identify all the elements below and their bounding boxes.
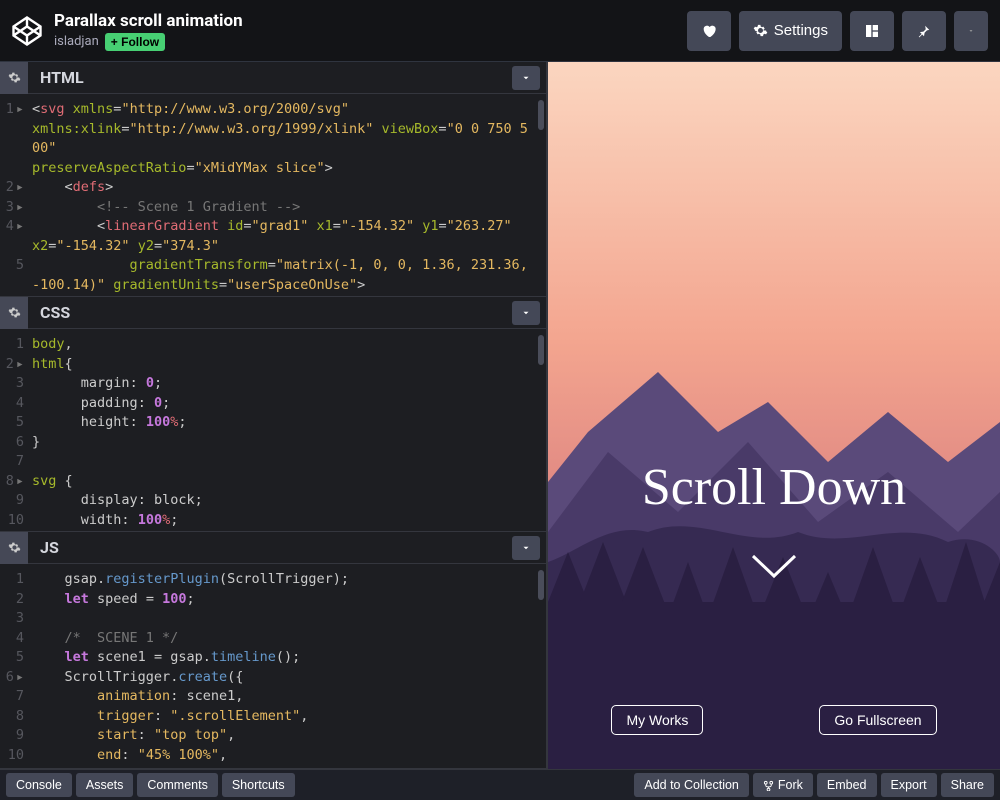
header: Parallax scroll animation isladjan + Fol… [0,0,1000,62]
html-panel-title: HTML [28,62,96,93]
comments-button[interactable]: Comments [137,773,217,797]
layout-icon [864,23,880,39]
pin-button[interactable] [902,11,946,51]
gear-icon [753,23,768,38]
like-button[interactable] [687,11,731,51]
more-button[interactable] [954,11,988,51]
preview-heading: Scroll Down [548,458,1000,517]
embed-button[interactable]: Embed [817,773,877,797]
chevron-down-icon [521,543,531,553]
fork-button[interactable]: Fork [753,773,813,797]
settings-button[interactable]: Settings [739,11,842,51]
chevron-down-icon [521,308,531,318]
author-name[interactable]: isladjan [54,34,99,49]
gear-icon [8,71,21,84]
codepen-logo [12,16,42,46]
main: HTML 1▸<svg xmlns="http://www.w3.org/200… [0,62,1000,769]
chevron-down-icon [968,26,974,36]
console-button[interactable]: Console [6,773,72,797]
editors-column: HTML 1▸<svg xmlns="http://www.w3.org/200… [0,62,546,769]
css-panel-title: CSS [28,297,82,328]
js-panel: JS 1 gsap.registerPlugin(ScrollTrigger);… [0,532,546,769]
fork-icon [763,780,774,791]
scrollbar[interactable] [538,570,544,600]
heart-icon [701,23,717,39]
html-settings-button[interactable] [0,62,28,94]
assets-button[interactable]: Assets [76,773,134,797]
scroll-arrow-icon [749,550,799,584]
preview-scene: Scroll Down My Works Go Fullscreen [548,62,1000,769]
shortcuts-button[interactable]: Shortcuts [222,773,295,797]
css-panel: CSS 1body,2▸html{3 margin: 0;4 padding: … [0,297,546,532]
html-editor[interactable]: 1▸<svg xmlns="http://www.w3.org/2000/svg… [0,94,546,296]
view-button[interactable] [850,11,894,51]
css-editor[interactable]: 1body,2▸html{3 margin: 0;4 padding: 0;5 … [0,329,546,531]
title-box: Parallax scroll animation isladjan + Fol… [54,11,687,51]
js-settings-button[interactable] [0,532,28,564]
scrollbar[interactable] [538,335,544,365]
my-works-button[interactable]: My Works [611,705,703,735]
css-settings-button[interactable] [0,297,28,329]
css-panel-menu[interactable] [512,301,540,325]
js-panel-menu[interactable] [512,536,540,560]
js-editor[interactable]: 1 gsap.registerPlugin(ScrollTrigger);2 l… [0,564,546,768]
pin-icon [917,24,931,38]
share-button[interactable]: Share [941,773,994,797]
go-fullscreen-button[interactable]: Go Fullscreen [819,705,936,735]
scrollbar[interactable] [538,100,544,130]
html-panel: HTML 1▸<svg xmlns="http://www.w3.org/200… [0,62,546,297]
js-panel-title: JS [28,532,71,563]
follow-button[interactable]: + Follow [105,33,165,51]
chevron-down-icon [521,73,531,83]
pen-title: Parallax scroll animation [54,11,687,31]
footer: Console Assets Comments Shortcuts Add to… [0,769,1000,800]
gear-icon [8,306,21,319]
gear-icon [8,541,21,554]
add-collection-button[interactable]: Add to Collection [634,773,749,797]
html-panel-menu[interactable] [512,66,540,90]
export-button[interactable]: Export [881,773,937,797]
preview-pane: Scroll Down My Works Go Fullscreen [546,62,1000,769]
